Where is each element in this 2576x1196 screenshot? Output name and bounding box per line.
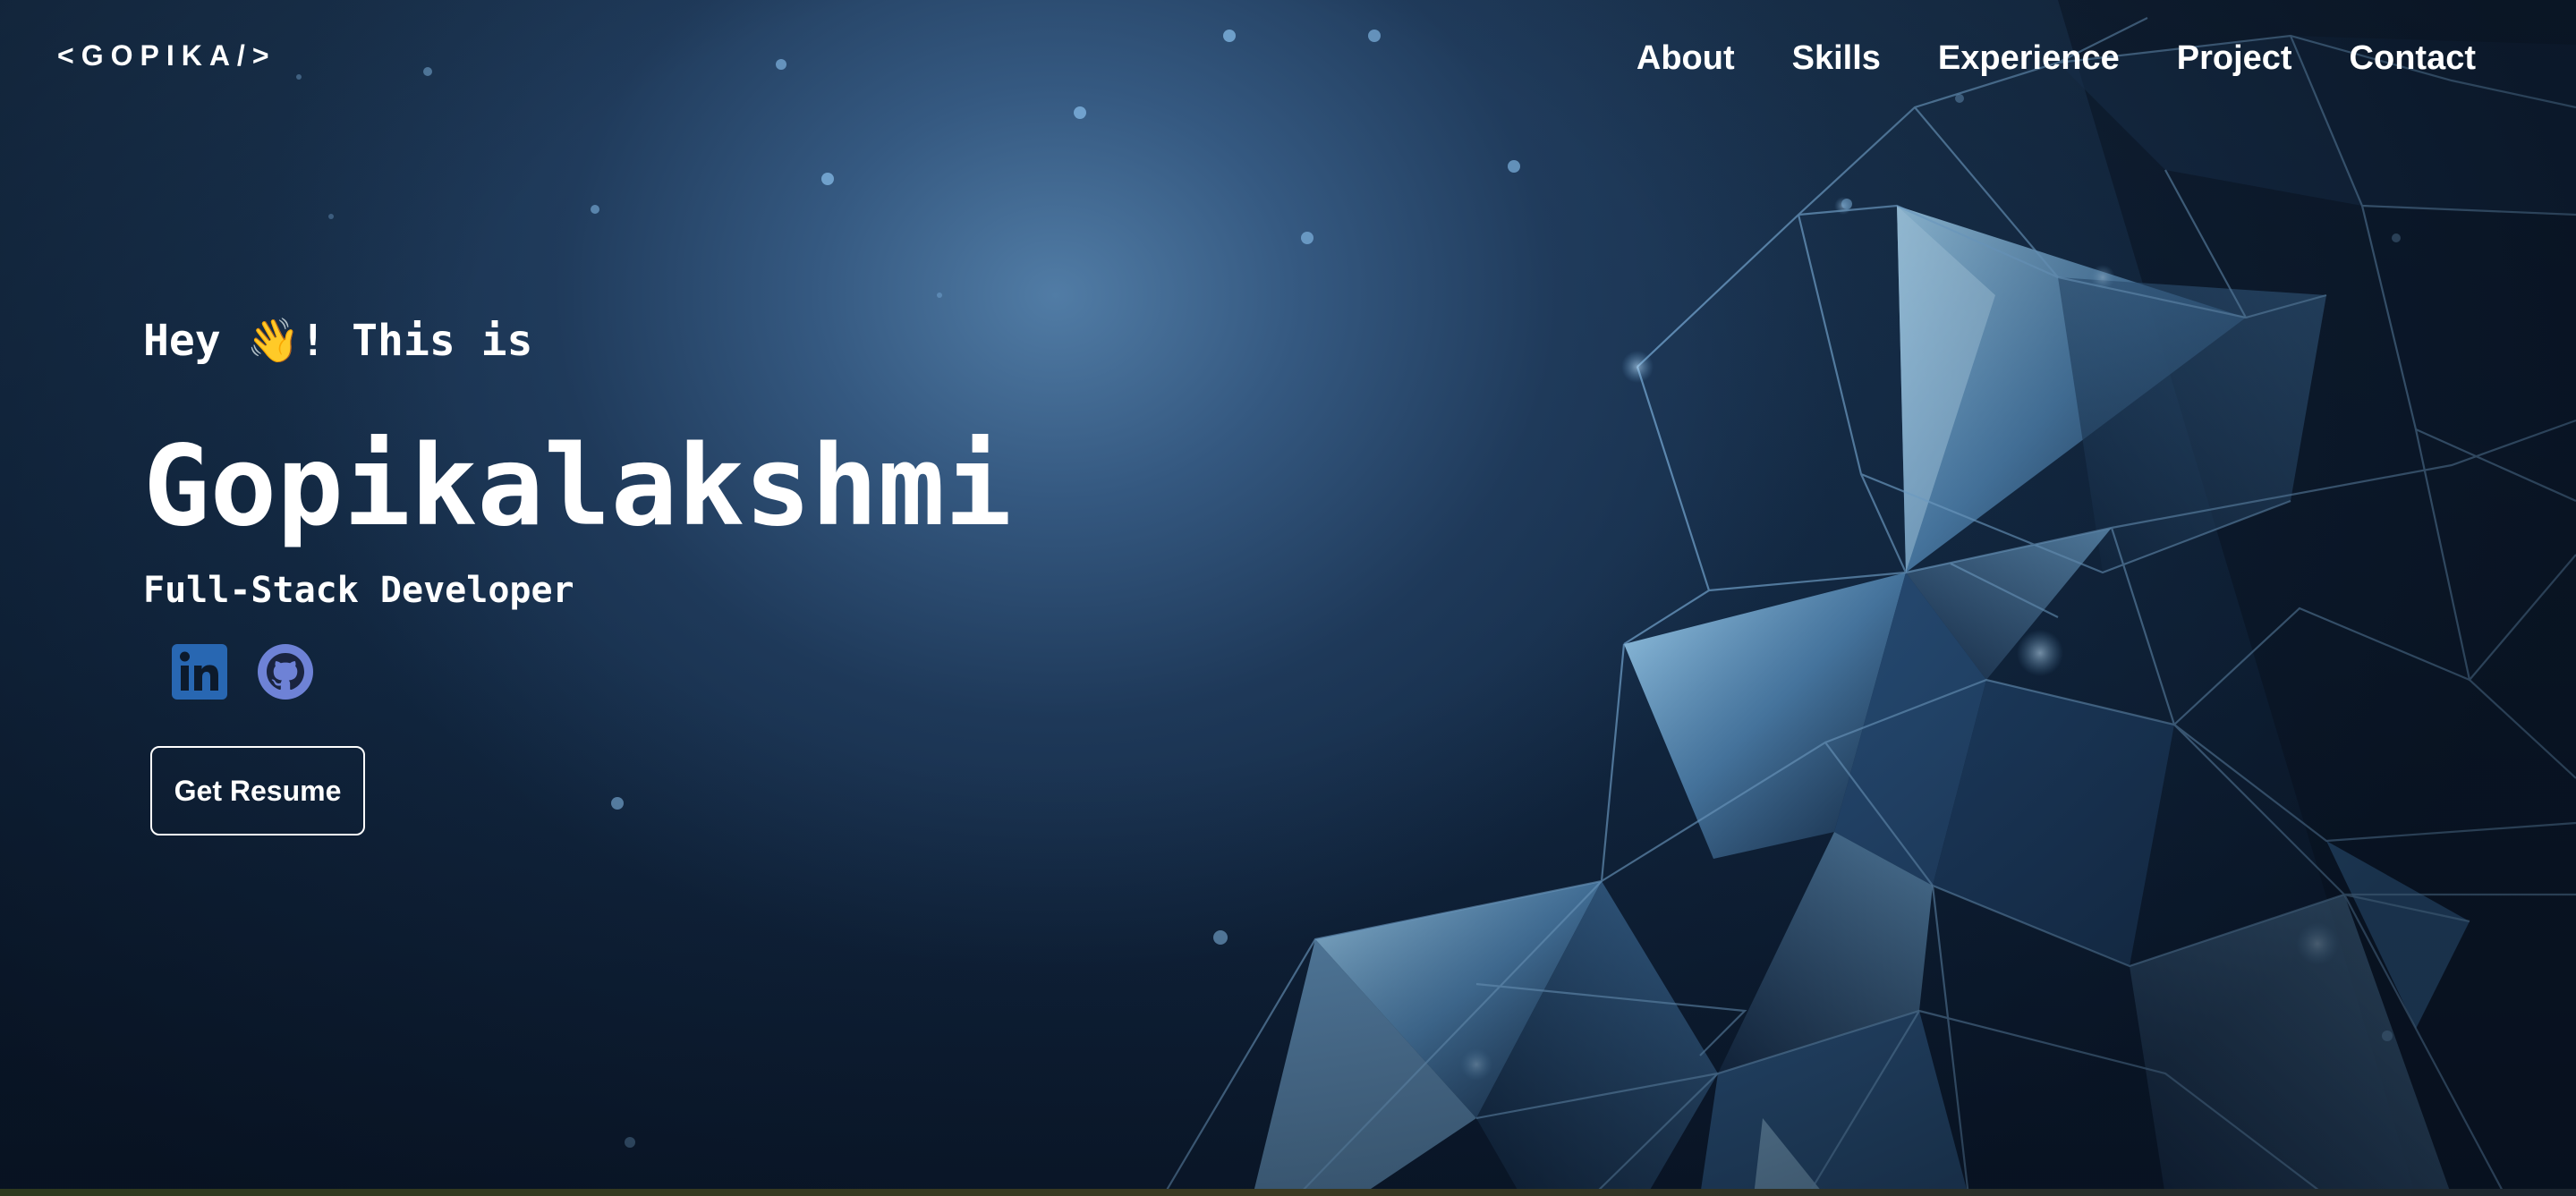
hero-greeting: Hey 👋! This is xyxy=(143,316,533,366)
main-navigation: About Skills Experience Project Contact xyxy=(1579,36,2476,81)
nav-link-contact[interactable]: Contact xyxy=(2350,36,2476,81)
nav-link-project[interactable]: Project xyxy=(2177,36,2292,81)
nav-link-about[interactable]: About xyxy=(1637,36,1735,81)
nav-link-experience[interactable]: Experience xyxy=(1938,36,2120,81)
linkedin-icon xyxy=(172,644,227,700)
hero-section: Hey 👋! This is Gopikalakshmi Full-Stack … xyxy=(143,302,1012,836)
site-logo[interactable]: <GOPIKA/> xyxy=(57,38,276,73)
linkedin-link[interactable] xyxy=(170,642,229,701)
hero-name: Gopikalakshmi xyxy=(143,422,1012,551)
nav-link-skills[interactable]: Skills xyxy=(1792,36,1881,81)
github-icon xyxy=(258,644,313,700)
get-resume-button[interactable]: Get Resume xyxy=(150,746,365,836)
social-links xyxy=(170,640,1012,703)
github-link[interactable] xyxy=(256,642,315,701)
bottom-edge-strip xyxy=(0,1189,2576,1196)
portfolio-hero-page: <GOPIKA/> About Skills Experience Projec… xyxy=(0,0,2576,1196)
hero-role: Full-Stack Developer xyxy=(143,570,574,611)
